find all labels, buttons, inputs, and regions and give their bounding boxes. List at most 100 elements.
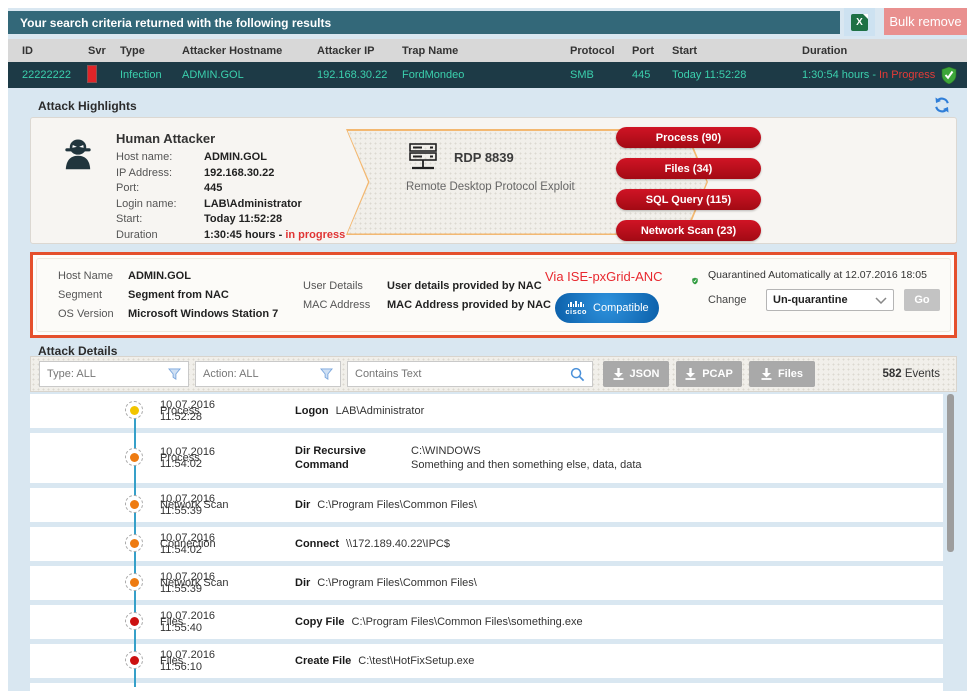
event-row[interactable]: 10.07.2016 11:55:39 Network Scan DirC:\P… bbox=[30, 566, 943, 600]
exploit-name: RDP 8839 bbox=[454, 150, 514, 165]
col-port[interactable]: Port bbox=[632, 45, 672, 57]
field-label: User Details bbox=[303, 280, 387, 292]
counter-pill[interactable]: Process (90) bbox=[616, 127, 761, 148]
action-filter[interactable]: Action: ALL bbox=[195, 361, 341, 387]
excel-export-button[interactable]: X bbox=[844, 8, 875, 36]
attacker-field: Start: Today 11:52:28 bbox=[116, 212, 346, 228]
nac-field: Host Name ADMIN.GOL bbox=[58, 270, 278, 282]
events-filter-bar: Type: ALL Action: ALL bbox=[30, 356, 957, 392]
event-severity-dot bbox=[125, 448, 143, 466]
nac-field: MAC Address MAC Address provided by NAC bbox=[303, 299, 551, 311]
col-attacker-ip[interactable]: Attacker IP bbox=[317, 45, 402, 57]
type-filter[interactable]: Type: ALL bbox=[39, 361, 189, 387]
go-button[interactable]: Go bbox=[904, 289, 940, 311]
cell-attacker-hostname: ADMIN.GOL bbox=[182, 69, 317, 81]
result-row[interactable]: 22222222 Infection ADMIN.GOL 192.168.30.… bbox=[8, 62, 967, 88]
export-buttons: JSON PCAP Files bbox=[603, 361, 815, 387]
col-start[interactable]: Start bbox=[672, 45, 802, 57]
col-trap-name[interactable]: Trap Name bbox=[402, 45, 570, 57]
cisco-brand: cisco bbox=[565, 308, 587, 316]
contains-text-search[interactable] bbox=[347, 361, 593, 387]
dropdown-value: Un-quarantine bbox=[773, 294, 848, 306]
duration-text: 1:30:54 hours - bbox=[802, 69, 876, 81]
cell-protocol: SMB bbox=[570, 69, 632, 81]
results-title-bar: Your search criteria returned with the f… bbox=[8, 11, 840, 34]
col-attacker-hostname[interactable]: Attacker Hostname bbox=[182, 45, 317, 57]
field-label: OS Version bbox=[58, 308, 128, 320]
cell-start: Today 11:52:28 bbox=[672, 69, 802, 81]
chevron-down-icon bbox=[875, 297, 887, 304]
col-protocol[interactable]: Protocol bbox=[570, 45, 632, 57]
events-timeline: 10.07.2016 11:52:28 Process LogonLAB\Adm… bbox=[30, 392, 957, 691]
field-value: User details provided by NAC bbox=[387, 280, 551, 292]
col-duration[interactable]: Duration bbox=[802, 45, 967, 57]
field-value-text: Today 11:52:28 bbox=[204, 213, 282, 225]
event-details: LogonLAB\Administrator bbox=[295, 405, 943, 417]
col-id[interactable]: ID bbox=[22, 45, 88, 57]
field-label: Start: bbox=[116, 212, 204, 228]
rdp-server-icon bbox=[406, 143, 440, 171]
event-details: Copy FileC:\Program Files\Common Files\s… bbox=[295, 616, 943, 628]
cisco-logo-icon: cisco bbox=[565, 301, 587, 316]
event-row[interactable]: 10.07.2016 11:56:10 Files Create FileC:\… bbox=[30, 644, 943, 678]
field-value: 1:30:45 hours - in progress bbox=[204, 228, 346, 244]
event-details: DirC:\Program Files\Common Files\ bbox=[295, 499, 943, 511]
field-value: 192.168.30.22 bbox=[204, 166, 346, 182]
export-button[interactable]: JSON bbox=[603, 361, 669, 387]
download-icon bbox=[761, 368, 772, 380]
event-details: Create FileC:\test\HotFixSetup.exe bbox=[295, 655, 943, 667]
search-input[interactable] bbox=[355, 368, 570, 380]
event-row[interactable]: 10.07.2016 11:54:02 Connection Connect\\… bbox=[30, 527, 943, 561]
excel-icon: X bbox=[851, 14, 868, 31]
col-type[interactable]: Type bbox=[120, 45, 182, 57]
event-row[interactable]: 10.07.2016 11:52:28 Process LogonLAB\Adm… bbox=[30, 394, 943, 428]
bulk-remove-button[interactable]: Bulk remove bbox=[884, 8, 967, 35]
event-severity-dot bbox=[125, 651, 143, 669]
event-severity-dot bbox=[125, 534, 143, 552]
counter-pill[interactable]: Files (34) bbox=[616, 158, 761, 179]
field-label: Duration bbox=[116, 228, 204, 244]
field-value: MAC Address provided by NAC bbox=[387, 299, 551, 311]
funnel-icon bbox=[320, 368, 333, 380]
event-row[interactable]: 10.07.2016 11:55:40 Files Copy FileC:\Pr… bbox=[30, 605, 943, 639]
export-button[interactable]: PCAP bbox=[676, 361, 742, 387]
event-row[interactable]: 10.07.2016 11:55:39 Network Scan DirC:\P… bbox=[30, 488, 943, 522]
field-label: MAC Address bbox=[303, 299, 387, 311]
refresh-button[interactable] bbox=[934, 97, 950, 113]
download-icon bbox=[613, 368, 624, 380]
field-value: 445 bbox=[204, 181, 346, 197]
field-label: Host name: bbox=[116, 150, 204, 166]
event-severity-dot bbox=[125, 612, 143, 630]
events-count-suffix: Events bbox=[902, 368, 940, 380]
event-row[interactable]: 10.07.2016 11:54:02 Process Dir Recursiv… bbox=[30, 433, 943, 483]
attacker-info: Human Attacker Host name: ADMIN.GOL IP A… bbox=[116, 131, 346, 243]
search-icon bbox=[570, 367, 585, 382]
export-button-label: PCAP bbox=[702, 368, 733, 380]
field-value: ADMIN.GOL bbox=[204, 150, 346, 166]
event-severity-dot bbox=[125, 401, 143, 419]
quarantine-action-dropdown[interactable]: Un-quarantine bbox=[766, 289, 894, 311]
results-table-header: ID Svr Type Attacker Hostname Attacker I… bbox=[8, 39, 967, 62]
export-button[interactable]: Files bbox=[749, 361, 815, 387]
counter-pill[interactable]: SQL Query (115) bbox=[616, 189, 761, 210]
nac-panel: Host Name ADMIN.GOL Segment Segment from… bbox=[30, 252, 957, 338]
event-type: Process bbox=[160, 452, 295, 464]
field-value-text: LAB\Administrator bbox=[204, 198, 302, 210]
quarantine-block: Quarantined Automatically at 12.07.2016 … bbox=[692, 267, 940, 311]
events-scrollbar-thumb[interactable] bbox=[947, 394, 954, 552]
event-type: Network Scan bbox=[160, 577, 295, 589]
export-button-label: JSON bbox=[630, 368, 660, 380]
quarantine-shield-icon bbox=[941, 67, 957, 84]
counter-pill[interactable]: Network Scan (23) bbox=[616, 220, 761, 241]
field-value: Microsoft Windows Station 7 bbox=[128, 308, 278, 320]
field-label: IP Address: bbox=[116, 166, 204, 182]
refresh-icon bbox=[934, 97, 950, 113]
type-filter-value: Type: ALL bbox=[47, 368, 168, 380]
cell-id: 22222222 bbox=[22, 69, 88, 81]
results-title: Your search criteria returned with the f… bbox=[20, 16, 331, 30]
funnel-icon bbox=[168, 368, 181, 380]
col-svr[interactable]: Svr bbox=[88, 45, 120, 57]
exploit-description: Remote Desktop Protocol Exploit bbox=[406, 181, 575, 193]
quarantined-shield-icon bbox=[692, 267, 698, 295]
change-label: Change bbox=[708, 294, 756, 306]
